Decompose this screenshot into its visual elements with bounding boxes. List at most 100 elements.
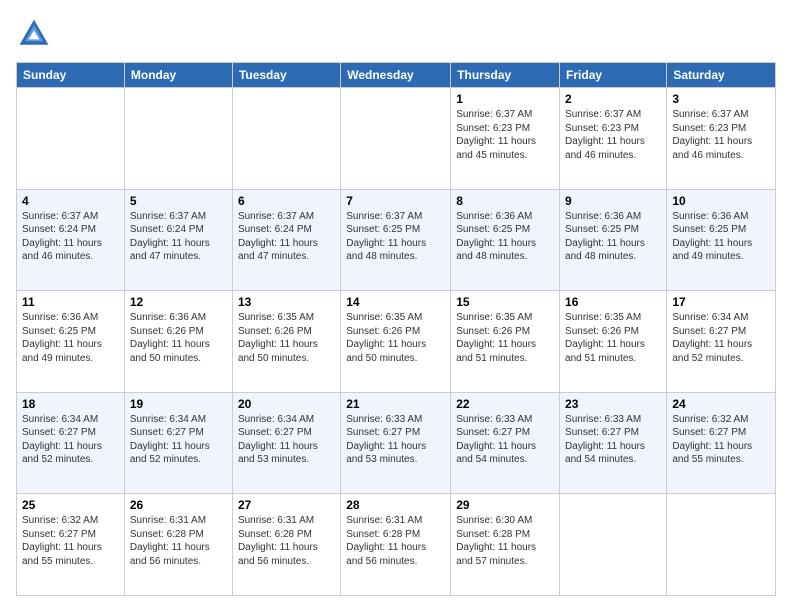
calendar-cell: 7 Sunrise: 6:37 AM Sunset: 6:25 PM Daylig… bbox=[341, 189, 451, 291]
day-number: 3 bbox=[672, 92, 770, 106]
calendar-cell: 21 Sunrise: 6:33 AM Sunset: 6:27 PM Dayli… bbox=[341, 392, 451, 494]
day-info: Sunrise: 6:31 AM Sunset: 6:28 PM Dayligh… bbox=[238, 514, 335, 568]
day-number: 2 bbox=[565, 92, 661, 106]
calendar-week-row: 4 Sunrise: 6:37 AM Sunset: 6:24 PM Daylig… bbox=[17, 189, 776, 291]
day-info: Sunrise: 6:36 AM Sunset: 6:25 PM Dayligh… bbox=[22, 311, 119, 365]
day-info: Sunrise: 6:36 AM Sunset: 6:25 PM Dayligh… bbox=[672, 210, 770, 264]
day-number: 8 bbox=[456, 194, 554, 208]
day-number: 10 bbox=[672, 194, 770, 208]
day-info: Sunrise: 6:37 AM Sunset: 6:24 PM Dayligh… bbox=[238, 210, 335, 264]
calendar-cell bbox=[17, 88, 125, 190]
day-info: Sunrise: 6:37 AM Sunset: 6:24 PM Dayligh… bbox=[130, 210, 227, 264]
calendar-cell: 17Sunrise: 6:34 AM Sunset: 6:27 PM Dayli… bbox=[667, 291, 776, 393]
day-info: Sunrise: 6:32 AM Sunset: 6:27 PM Dayligh… bbox=[22, 514, 119, 568]
day-number: 15 bbox=[456, 295, 554, 309]
calendar-cell: 28 Sunrise: 6:31 AM Sunset: 6:28 PM Dayli… bbox=[341, 494, 451, 596]
calendar-header-sunday: Sunday bbox=[17, 63, 125, 88]
calendar-cell: 8 Sunrise: 6:36 AM Sunset: 6:25 PM Daylig… bbox=[451, 189, 560, 291]
day-number: 16 bbox=[565, 295, 661, 309]
day-info: Sunrise: 6:33 AM Sunset: 6:27 PM Dayligh… bbox=[565, 413, 661, 467]
calendar-cell: 15 Sunrise: 6:35 AM Sunset: 6:26 PM Dayli… bbox=[451, 291, 560, 393]
calendar-header-thursday: Thursday bbox=[451, 63, 560, 88]
calendar-week-row: 11 Sunrise: 6:36 AM Sunset: 6:25 PM Dayli… bbox=[17, 291, 776, 393]
day-info: Sunrise: 6:34 AM Sunset: 6:27 PM Dayligh… bbox=[130, 413, 227, 467]
day-number: 22 bbox=[456, 397, 554, 411]
day-number: 25 bbox=[22, 498, 119, 512]
calendar-cell bbox=[124, 88, 232, 190]
calendar-cell bbox=[341, 88, 451, 190]
calendar-cell: 4 Sunrise: 6:37 AM Sunset: 6:24 PM Daylig… bbox=[17, 189, 125, 291]
day-number: 11 bbox=[22, 295, 119, 309]
day-info: Sunrise: 6:33 AM Sunset: 6:27 PM Dayligh… bbox=[346, 413, 445, 467]
day-number: 14 bbox=[346, 295, 445, 309]
calendar-cell bbox=[667, 494, 776, 596]
day-info: Sunrise: 6:30 AM Sunset: 6:28 PM Dayligh… bbox=[456, 514, 554, 568]
day-number: 4 bbox=[22, 194, 119, 208]
day-number: 28 bbox=[346, 498, 445, 512]
day-info: Sunrise: 6:35 AM Sunset: 6:26 PM Dayligh… bbox=[565, 311, 661, 365]
day-info: Sunrise: 6:37 AM Sunset: 6:23 PM Dayligh… bbox=[456, 108, 554, 162]
day-number: 21 bbox=[346, 397, 445, 411]
calendar-cell bbox=[560, 494, 667, 596]
calendar-header-row: SundayMondayTuesdayWednesdayThursdayFrid… bbox=[17, 63, 776, 88]
day-number: 26 bbox=[130, 498, 227, 512]
calendar-cell: 18 Sunrise: 6:34 AM Sunset: 6:27 PM Dayli… bbox=[17, 392, 125, 494]
calendar-cell: 10 Sunrise: 6:36 AM Sunset: 6:25 PM Dayli… bbox=[667, 189, 776, 291]
day-info: Sunrise: 6:36 AM Sunset: 6:25 PM Dayligh… bbox=[456, 210, 554, 264]
day-info: Sunrise: 6:37 AM Sunset: 6:25 PM Dayligh… bbox=[346, 210, 445, 264]
calendar-week-row: 1Sunrise: 6:37 AM Sunset: 6:23 PM Daylig… bbox=[17, 88, 776, 190]
calendar-cell: 6 Sunrise: 6:37 AM Sunset: 6:24 PM Daylig… bbox=[232, 189, 340, 291]
day-info: Sunrise: 6:37 AM Sunset: 6:23 PM Dayligh… bbox=[565, 108, 661, 162]
calendar-cell: 3Sunrise: 6:37 AM Sunset: 6:23 PM Daylig… bbox=[667, 88, 776, 190]
day-number: 29 bbox=[456, 498, 554, 512]
day-number: 7 bbox=[346, 194, 445, 208]
day-number: 20 bbox=[238, 397, 335, 411]
page: SundayMondayTuesdayWednesdayThursdayFrid… bbox=[0, 0, 792, 612]
calendar-cell: 12Sunrise: 6:36 AM Sunset: 6:26 PM Dayli… bbox=[124, 291, 232, 393]
day-info: Sunrise: 6:36 AM Sunset: 6:25 PM Dayligh… bbox=[565, 210, 661, 264]
day-info: Sunrise: 6:35 AM Sunset: 6:26 PM Dayligh… bbox=[456, 311, 554, 365]
calendar-table: SundayMondayTuesdayWednesdayThursdayFrid… bbox=[16, 62, 776, 596]
day-info: Sunrise: 6:31 AM Sunset: 6:28 PM Dayligh… bbox=[346, 514, 445, 568]
calendar-week-row: 25 Sunrise: 6:32 AM Sunset: 6:27 PM Dayli… bbox=[17, 494, 776, 596]
day-info: Sunrise: 6:34 AM Sunset: 6:27 PM Dayligh… bbox=[238, 413, 335, 467]
day-number: 18 bbox=[22, 397, 119, 411]
calendar-header-friday: Friday bbox=[560, 63, 667, 88]
calendar-cell: 25 Sunrise: 6:32 AM Sunset: 6:27 PM Dayli… bbox=[17, 494, 125, 596]
day-info: Sunrise: 6:33 AM Sunset: 6:27 PM Dayligh… bbox=[456, 413, 554, 467]
calendar-cell: 23 Sunrise: 6:33 AM Sunset: 6:27 PM Dayli… bbox=[560, 392, 667, 494]
day-number: 23 bbox=[565, 397, 661, 411]
header bbox=[16, 16, 776, 52]
day-info: Sunrise: 6:34 AM Sunset: 6:27 PM Dayligh… bbox=[22, 413, 119, 467]
calendar-header-saturday: Saturday bbox=[667, 63, 776, 88]
day-number: 27 bbox=[238, 498, 335, 512]
logo-icon bbox=[16, 16, 52, 52]
day-info: Sunrise: 6:37 AM Sunset: 6:24 PM Dayligh… bbox=[22, 210, 119, 264]
day-info: Sunrise: 6:31 AM Sunset: 6:28 PM Dayligh… bbox=[130, 514, 227, 568]
day-number: 19 bbox=[130, 397, 227, 411]
calendar-cell: 22 Sunrise: 6:33 AM Sunset: 6:27 PM Dayli… bbox=[451, 392, 560, 494]
calendar-cell: 11 Sunrise: 6:36 AM Sunset: 6:25 PM Dayli… bbox=[17, 291, 125, 393]
day-number: 5 bbox=[130, 194, 227, 208]
day-number: 24 bbox=[672, 397, 770, 411]
day-info: Sunrise: 6:35 AM Sunset: 6:26 PM Dayligh… bbox=[238, 311, 335, 365]
calendar-cell: 1Sunrise: 6:37 AM Sunset: 6:23 PM Daylig… bbox=[451, 88, 560, 190]
day-info: Sunrise: 6:35 AM Sunset: 6:26 PM Dayligh… bbox=[346, 311, 445, 365]
calendar-cell: 16 Sunrise: 6:35 AM Sunset: 6:26 PM Dayli… bbox=[560, 291, 667, 393]
calendar-cell: 27 Sunrise: 6:31 AM Sunset: 6:28 PM Dayli… bbox=[232, 494, 340, 596]
logo bbox=[16, 16, 56, 52]
calendar-cell: 20 Sunrise: 6:34 AM Sunset: 6:27 PM Dayli… bbox=[232, 392, 340, 494]
calendar-week-row: 18 Sunrise: 6:34 AM Sunset: 6:27 PM Dayli… bbox=[17, 392, 776, 494]
day-number: 9 bbox=[565, 194, 661, 208]
calendar-cell: 26 Sunrise: 6:31 AM Sunset: 6:28 PM Dayli… bbox=[124, 494, 232, 596]
calendar-header-tuesday: Tuesday bbox=[232, 63, 340, 88]
calendar-header-wednesday: Wednesday bbox=[341, 63, 451, 88]
day-number: 12 bbox=[130, 295, 227, 309]
day-number: 17 bbox=[672, 295, 770, 309]
calendar-header-monday: Monday bbox=[124, 63, 232, 88]
day-number: 6 bbox=[238, 194, 335, 208]
calendar-cell: 9 Sunrise: 6:36 AM Sunset: 6:25 PM Daylig… bbox=[560, 189, 667, 291]
calendar-cell: 19 Sunrise: 6:34 AM Sunset: 6:27 PM Dayli… bbox=[124, 392, 232, 494]
calendar-cell: 13 Sunrise: 6:35 AM Sunset: 6:26 PM Dayli… bbox=[232, 291, 340, 393]
day-number: 13 bbox=[238, 295, 335, 309]
